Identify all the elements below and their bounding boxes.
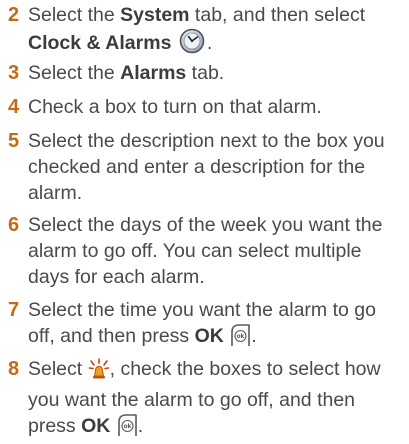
step-3: 3 Select the Alarms tab. bbox=[0, 60, 409, 86]
step-6: 6 Select the days of the week you want t… bbox=[0, 212, 409, 290]
step-text: Select the days of the week you want the… bbox=[28, 214, 383, 288]
step-text: Select the description next to the box y… bbox=[28, 130, 385, 204]
step-text: Select the time you want the alarm to go… bbox=[28, 297, 409, 354]
step-text: Check a box to turn on that alarm. bbox=[28, 96, 322, 118]
system-tab-label: System bbox=[120, 4, 190, 26]
step-number: 6 bbox=[8, 214, 20, 236]
step-2: 2 Select the System tab, and then select… bbox=[0, 2, 409, 61]
step-number: 2 bbox=[8, 4, 20, 26]
alarm-sound-icon bbox=[88, 358, 110, 387]
ok-button-icon: ok bbox=[229, 323, 251, 354]
ok-button-icon: ok bbox=[116, 413, 138, 444]
step-text-part: . bbox=[137, 415, 144, 437]
step-8: 8 Select , check the boxes to select how… bbox=[0, 356, 409, 444]
step-text-part: . bbox=[251, 325, 257, 347]
ok-label: OK bbox=[194, 325, 224, 347]
svg-text:ok: ok bbox=[123, 424, 131, 430]
step-text-part: tab, and then select bbox=[189, 4, 366, 26]
step-7: 7 Select the time you want the alarm to … bbox=[0, 297, 409, 354]
step-4: 4 Check a box to turn on that alarm. bbox=[0, 94, 409, 120]
step-text: Select , check the boxes to select how y… bbox=[28, 356, 409, 444]
step-number: 8 bbox=[8, 358, 20, 380]
step-number: 4 bbox=[8, 96, 20, 118]
step-number: 7 bbox=[8, 299, 20, 321]
instruction-page: 2 Select the System tab, and then select… bbox=[0, 0, 409, 441]
step-5: 5 Select the description next to the box… bbox=[0, 128, 409, 206]
step-text-part: Select the bbox=[28, 4, 121, 26]
svg-text:ok: ok bbox=[237, 334, 245, 340]
clock-alarms-label: Clock & Alarms bbox=[28, 32, 172, 54]
ok-label: OK bbox=[81, 415, 111, 437]
step-text-part: tab. bbox=[186, 62, 225, 84]
alarms-tab-label: Alarms bbox=[120, 62, 187, 84]
clock-alarms-icon bbox=[177, 28, 207, 61]
step-number: 5 bbox=[8, 130, 20, 152]
step-text-part: . bbox=[206, 32, 213, 54]
step-number: 3 bbox=[8, 62, 20, 84]
step-text: Select the System tab, and then select C… bbox=[28, 2, 409, 61]
step-text-part: Select the bbox=[28, 62, 121, 84]
step-text-part: Select bbox=[28, 358, 88, 380]
step-text: Select the Alarms tab. bbox=[28, 60, 409, 86]
